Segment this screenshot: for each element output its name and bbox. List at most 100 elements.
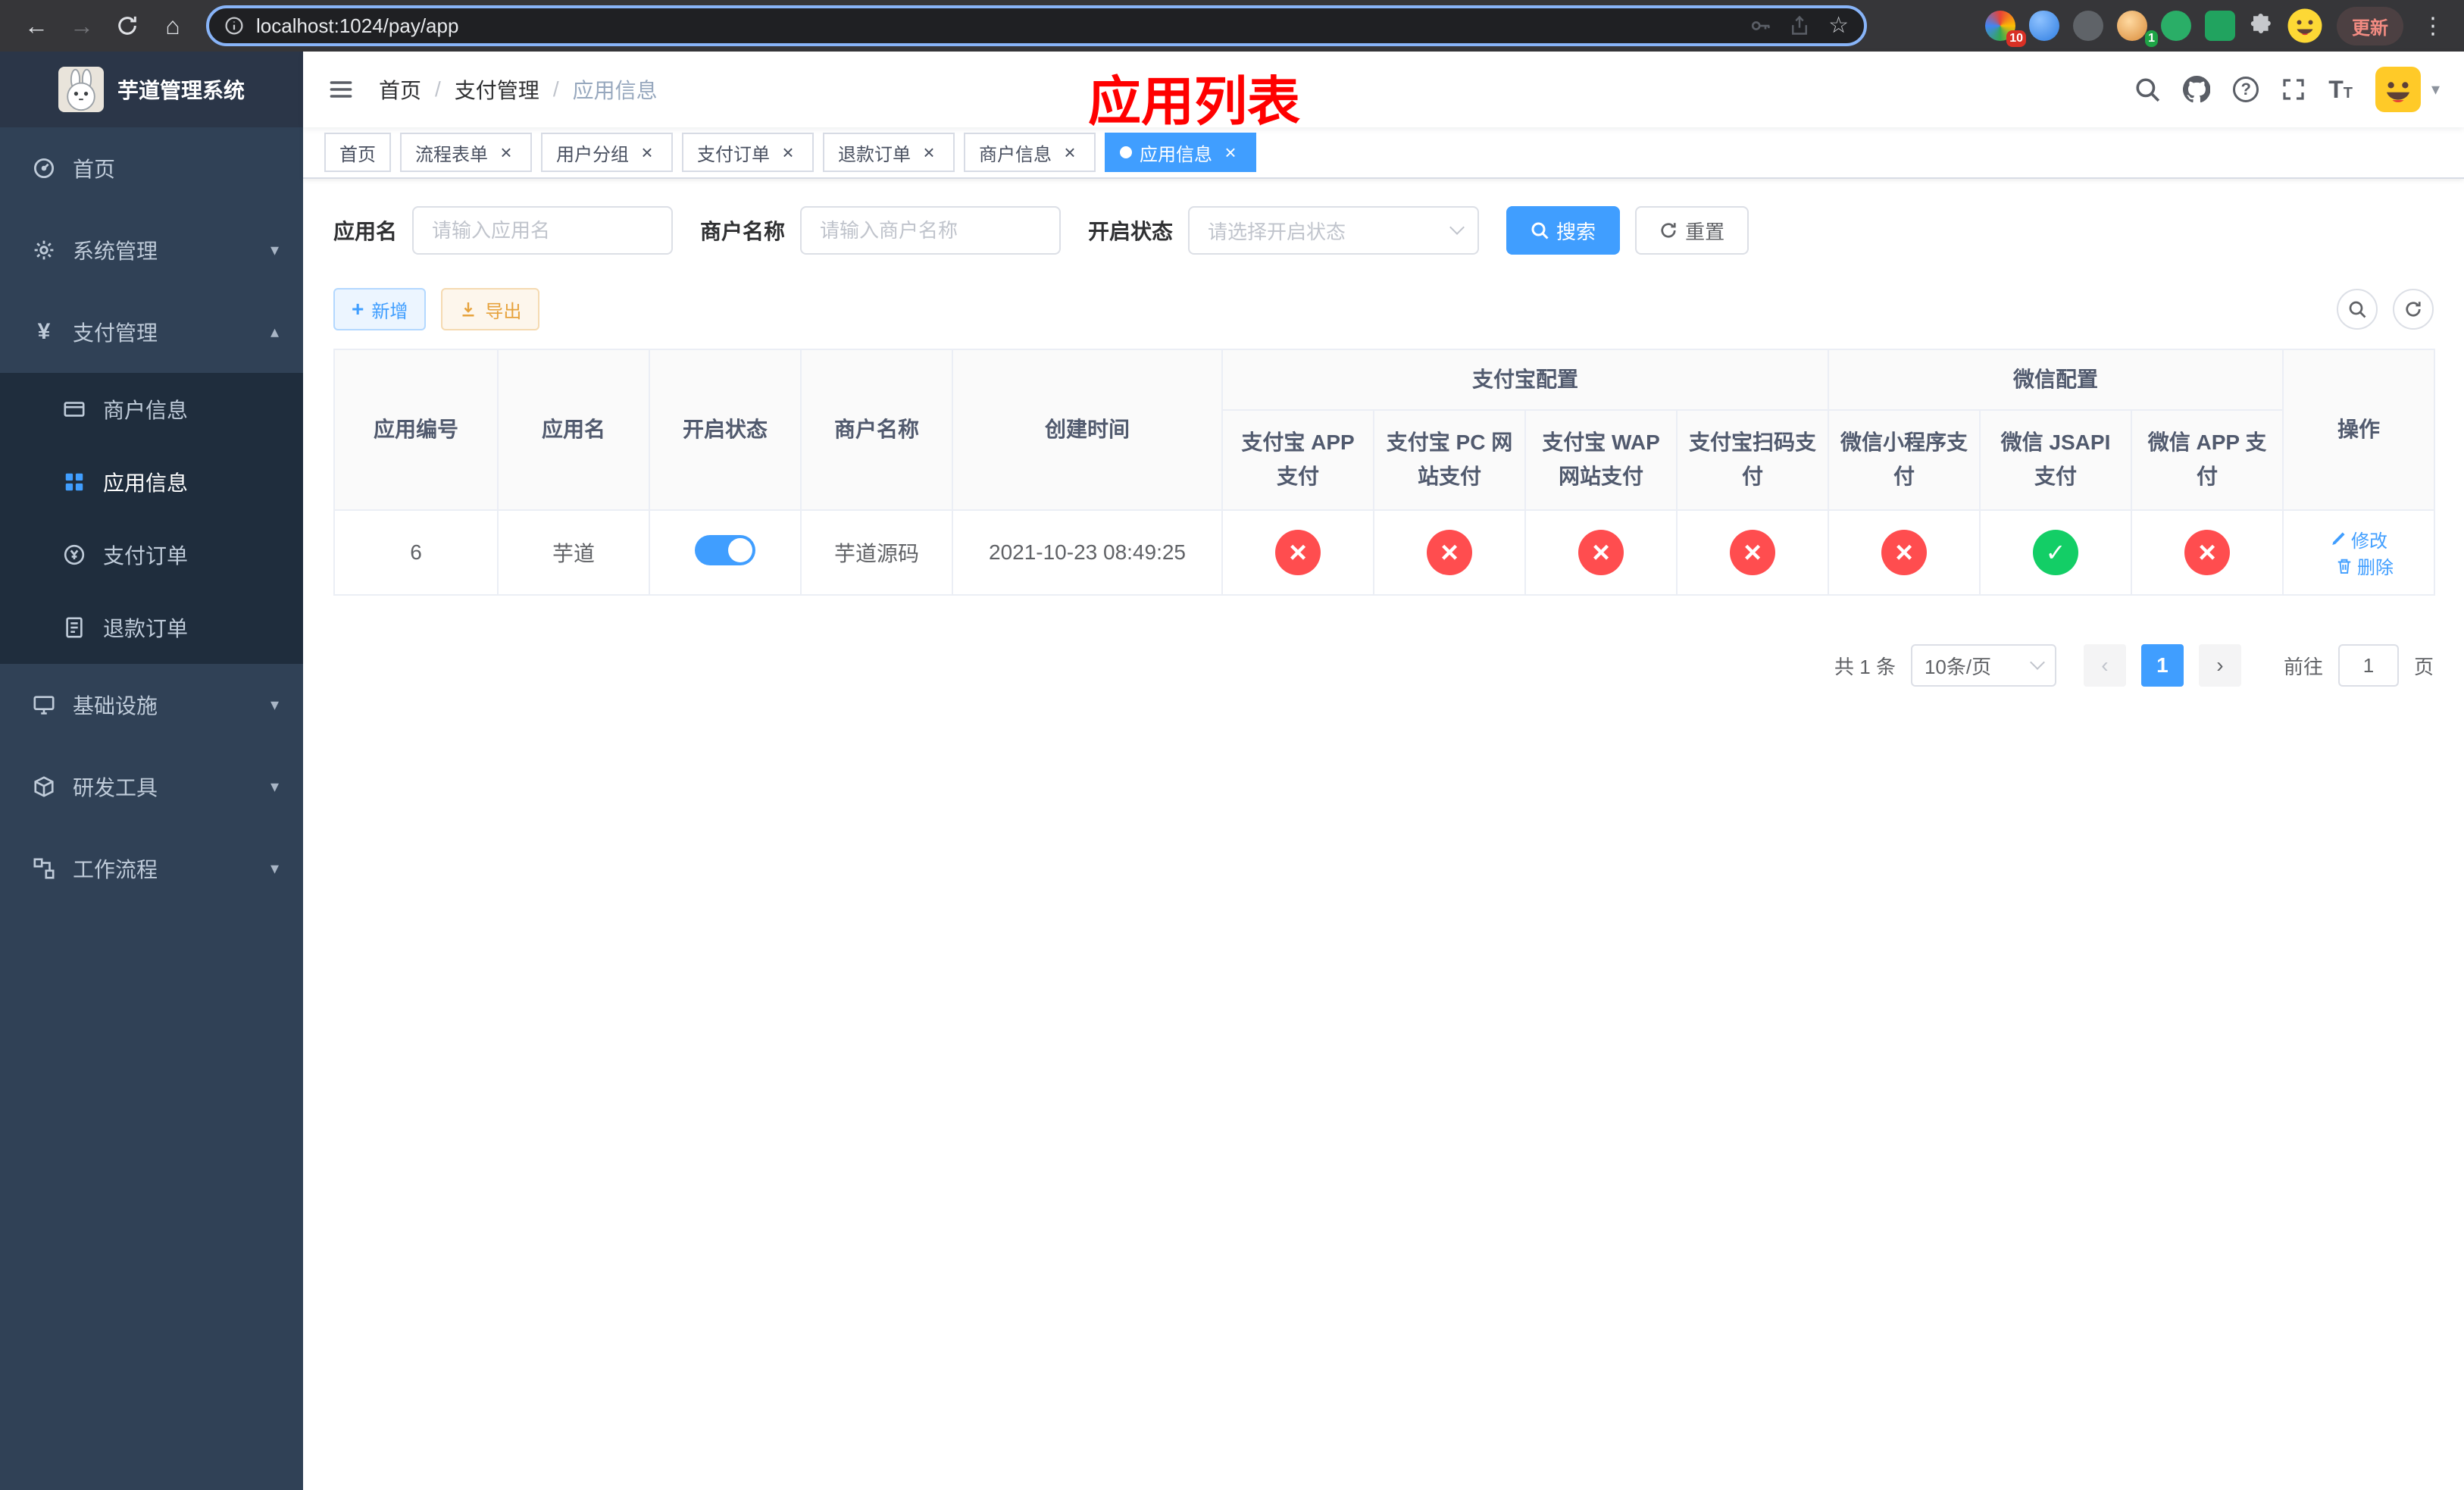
app-name-input[interactable] <box>412 206 674 255</box>
delete-link[interactable]: 删除 <box>2336 552 2394 579</box>
tab-home[interactable]: 首页 <box>324 133 391 172</box>
tab-label: 退款订单 <box>838 144 911 165</box>
close-icon[interactable]: × <box>1220 142 1241 163</box>
cell-alipay-app <box>1221 509 1374 596</box>
add-button[interactable]: + 新增 <box>333 288 427 330</box>
close-icon[interactable]: × <box>918 142 940 163</box>
merchant-name-input[interactable] <box>800 206 1062 255</box>
search-button[interactable]: 搜索 <box>1506 206 1621 255</box>
password-key-icon[interactable] <box>1750 15 1771 36</box>
breadcrumb-payment[interactable]: 支付管理 <box>455 74 539 105</box>
extension-icon-4[interactable]: 1 <box>2117 11 2158 47</box>
toolbar-right <box>2337 289 2434 330</box>
sidebar-item-app-info[interactable]: 应用信息 <box>0 446 303 518</box>
sidebar-item-devtools[interactable]: 研发工具 ▾ <box>0 746 303 828</box>
font-size-icon[interactable]: TT <box>2328 76 2353 104</box>
user-avatar[interactable] <box>2375 67 2421 112</box>
next-page-button[interactable]: › <box>2198 644 2241 687</box>
group-header-alipay: 支付宝配置 <box>1221 349 1830 411</box>
chevron-down-icon: ▾ <box>270 777 279 796</box>
col-header-alipay-wap: 支付宝 WAP 网站支付 <box>1524 409 1678 511</box>
reset-button[interactable]: 重置 <box>1635 206 1750 255</box>
status-select[interactable]: 请选择开启状态 <box>1188 206 1480 255</box>
chevron-down-icon: ▾ <box>270 240 279 259</box>
col-header-wx-app: 微信 APP 支付 <box>2131 409 2284 511</box>
logo[interactable]: 芋道管理系统 <box>0 52 303 127</box>
goto-unit: 页 <box>2413 655 2434 678</box>
tab-user-group[interactable]: 用户分组 × <box>541 133 673 172</box>
back-icon[interactable]: ← <box>15 5 58 47</box>
toggle-search-button[interactable] <box>2337 289 2378 330</box>
gear-icon <box>30 239 58 261</box>
export-button[interactable]: 导出 <box>441 288 540 330</box>
page-size-select[interactable]: 10条/页 <box>1910 644 2056 687</box>
workflow-icon <box>30 857 58 880</box>
prev-page-button[interactable]: ‹ <box>2083 644 2126 687</box>
browser-update-button[interactable]: 更新 <box>2337 6 2403 45</box>
tab-process-form[interactable]: 流程表单 × <box>400 133 532 172</box>
extension-icon-6[interactable] <box>2205 11 2235 41</box>
navbar-actions: ? TT ▾ <box>2134 67 2440 112</box>
extension-icon-2[interactable] <box>2029 11 2059 41</box>
close-icon[interactable]: × <box>777 142 799 163</box>
sidebar-item-refund-order[interactable]: 退款订单 <box>0 591 303 664</box>
chevron-down-icon: ▾ <box>270 859 279 878</box>
breadcrumb-home[interactable]: 首页 <box>379 74 421 105</box>
navbar: 首页 / 支付管理 / 应用信息 应用列表 ? TT ▾ <box>303 52 2464 131</box>
sidebar-item-system[interactable]: 系统管理 ▾ <box>0 209 303 291</box>
browser-chrome: ← → ⌂ localhost:1024/pay/app ☆ 10 1 更新 ⋮ <box>0 0 2464 52</box>
sidebar-item-merchant-info[interactable]: 商户信息 <box>0 373 303 446</box>
wx-jsapi-status-icon <box>2033 530 2079 575</box>
address-bar[interactable]: localhost:1024/pay/app ☆ <box>206 5 1867 46</box>
sidebar-item-infrastructure[interactable]: 基础设施 ▾ <box>0 664 303 746</box>
page-1-button[interactable]: 1 <box>2140 644 2184 687</box>
cell-created: 2021-10-23 08:49:25 <box>952 509 1223 596</box>
tab-label: 商户信息 <box>979 144 1052 165</box>
share-icon[interactable] <box>1789 15 1810 36</box>
sidebar-item-workflow[interactable]: 工作流程 ▾ <box>0 828 303 909</box>
help-icon[interactable]: ? <box>2233 77 2259 102</box>
table-toolbar: + 新增 导出 <box>333 288 2434 330</box>
chevron-down-icon: ▾ <box>270 695 279 714</box>
extensions-puzzle-icon[interactable] <box>2249 14 2273 38</box>
close-icon[interactable]: × <box>636 142 658 163</box>
tab-pay-order[interactable]: 支付订单 × <box>682 133 814 172</box>
edit-link[interactable]: 修改 <box>2330 526 2387 552</box>
hamburger-icon[interactable] <box>327 76 355 103</box>
sidebar-item-label: 首页 <box>73 158 116 181</box>
refresh-table-button[interactable] <box>2393 289 2434 330</box>
site-info-icon[interactable] <box>224 16 244 36</box>
tab-merchant-info[interactable]: 商户信息 × <box>964 133 1096 172</box>
sidebar-item-label: 商户信息 <box>103 399 189 422</box>
yen-icon: ¥ <box>37 319 51 344</box>
search-icon[interactable] <box>2134 77 2160 102</box>
sidebar-item-label: 研发工具 <box>73 776 158 800</box>
fullscreen-icon[interactable] <box>2281 77 2306 102</box>
extension-icon-5[interactable] <box>2161 11 2191 41</box>
sidebar-item-payment[interactable]: ¥ 支付管理 ▴ <box>0 291 303 373</box>
merchant-name-label: 商户名称 <box>700 220 786 243</box>
status-toggle[interactable] <box>695 534 755 565</box>
close-icon[interactable]: × <box>1059 142 1080 163</box>
col-header-alipay-pc: 支付宝 PC 网站支付 <box>1373 409 1526 511</box>
bookmark-star-icon[interactable]: ☆ <box>1828 14 1849 37</box>
extension-badge: 10 <box>2006 30 2026 47</box>
alipay-app-status-icon <box>1275 530 1321 575</box>
close-icon[interactable]: × <box>496 142 517 163</box>
reload-icon[interactable] <box>106 5 149 47</box>
caret-down-icon[interactable]: ▾ <box>2431 80 2440 99</box>
github-icon[interactable] <box>2183 76 2211 103</box>
breadcrumb: 首页 / 支付管理 / 应用信息 <box>379 74 658 105</box>
browser-profile-avatar[interactable] <box>2287 8 2323 44</box>
browser-menu-icon[interactable]: ⋮ <box>2417 13 2449 39</box>
goto-page-input[interactable] <box>2337 644 2399 687</box>
sidebar-item-pay-order[interactable]: 支付订单 <box>0 518 303 591</box>
extension-icon-3[interactable] <box>2073 11 2103 41</box>
extension-icon-1[interactable]: 10 <box>1985 11 2026 47</box>
forward-icon[interactable]: → <box>61 5 103 47</box>
tab-app-info[interactable]: 应用信息 × <box>1105 133 1256 172</box>
tab-refund-order[interactable]: 退款订单 × <box>823 133 955 172</box>
sidebar-item-home[interactable]: 首页 <box>0 127 303 209</box>
box-icon <box>30 775 58 798</box>
home-icon[interactable]: ⌂ <box>152 5 194 47</box>
